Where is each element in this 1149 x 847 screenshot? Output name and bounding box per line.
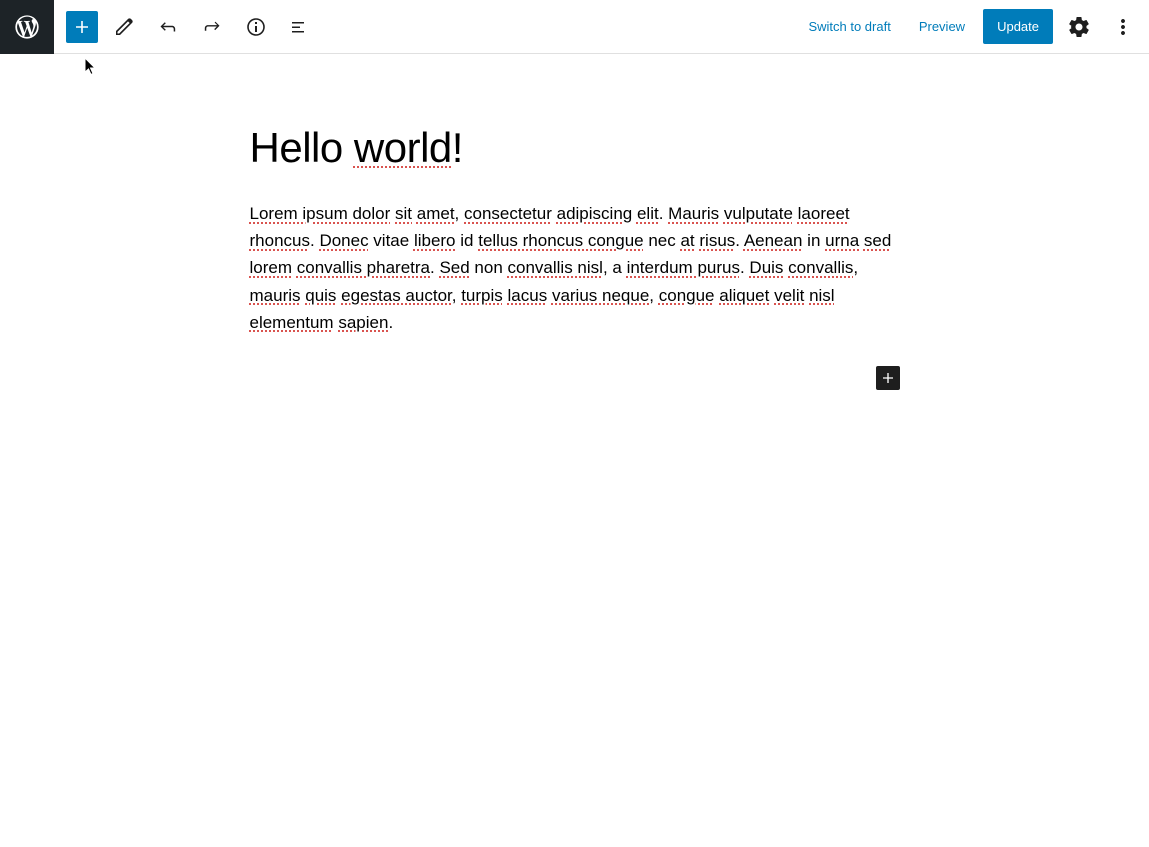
add-block-button[interactable] — [876, 366, 900, 390]
list-view-button[interactable] — [282, 9, 318, 45]
tools-button[interactable] — [106, 9, 142, 45]
post-title[interactable]: Hello world! — [250, 124, 900, 172]
toolbar-right: Switch to draft Preview Update — [798, 9, 1149, 45]
post-content: Hello world! Lorem ipsum dolor sit amet,… — [250, 124, 900, 336]
options-button[interactable] — [1105, 9, 1141, 45]
preview-button[interactable]: Preview — [909, 11, 975, 42]
plus-icon — [878, 368, 898, 388]
more-vertical-icon — [1111, 15, 1135, 39]
wordpress-icon — [13, 13, 41, 41]
redo-button[interactable] — [194, 9, 230, 45]
editor-top-bar: Switch to draft Preview Update — [0, 0, 1149, 54]
plus-icon — [70, 15, 94, 39]
pencil-icon — [112, 15, 136, 39]
wordpress-logo[interactable] — [0, 0, 54, 54]
switch-to-draft-button[interactable]: Switch to draft — [798, 11, 900, 42]
update-button[interactable]: Update — [983, 9, 1053, 44]
info-icon — [244, 15, 268, 39]
undo-button[interactable] — [150, 9, 186, 45]
details-button[interactable] — [238, 9, 274, 45]
redo-icon — [200, 15, 224, 39]
outline-icon — [288, 15, 312, 39]
toggle-block-inserter-button[interactable] — [66, 11, 98, 43]
gear-icon — [1067, 15, 1091, 39]
toolbar-left — [54, 9, 318, 45]
settings-button[interactable] — [1061, 9, 1097, 45]
post-paragraph[interactable]: Lorem ipsum dolor sit amet, consectetur … — [250, 200, 900, 336]
editor-canvas: Hello world! Lorem ipsum dolor sit amet,… — [0, 54, 1149, 336]
undo-icon — [156, 15, 180, 39]
